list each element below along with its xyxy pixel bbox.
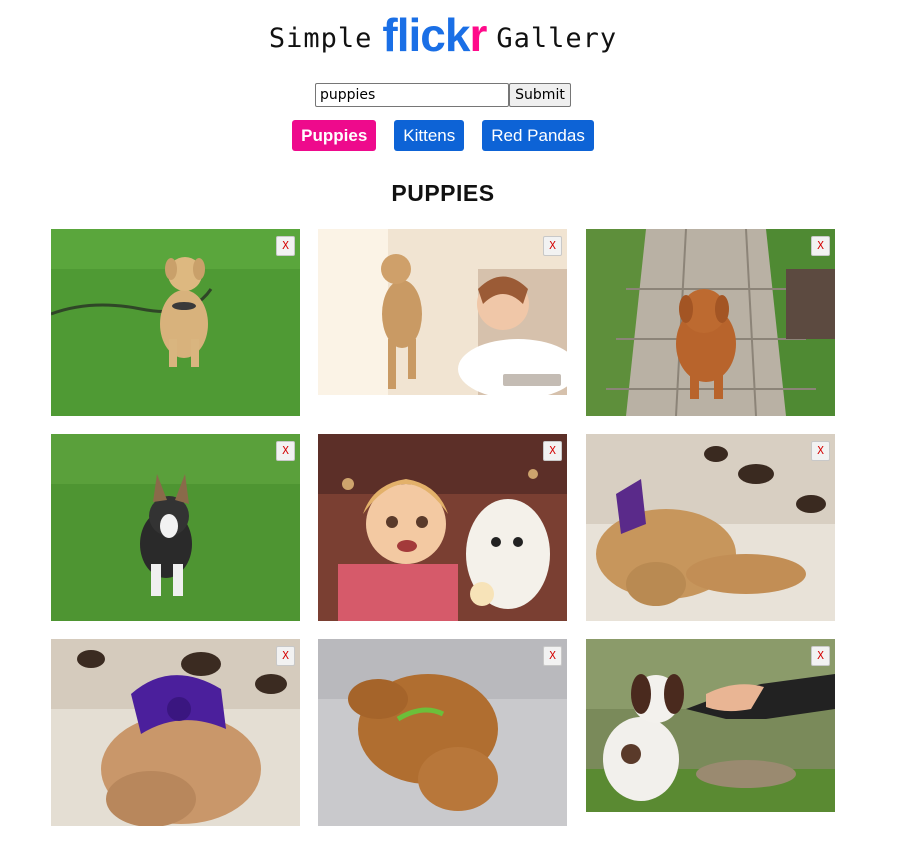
close-button[interactable]: X — [543, 441, 562, 461]
photo-girl-westie-cupcake — [318, 434, 567, 621]
close-button[interactable]: X — [811, 441, 830, 461]
tag-red-pandas[interactable]: Red Pandas — [482, 120, 594, 151]
tag-kittens[interactable]: Kittens — [394, 120, 465, 151]
logo-simple-text: Simple — [268, 23, 373, 54]
close-button[interactable]: X — [811, 646, 830, 666]
close-button[interactable]: X — [276, 646, 295, 666]
close-button[interactable]: X — [276, 441, 295, 461]
close-button[interactable]: X — [543, 646, 562, 666]
close-button[interactable]: X — [276, 236, 295, 256]
tag-nav: Puppies Kittens Red Pandas — [0, 120, 886, 151]
photo-tile[interactable]: X — [51, 639, 300, 826]
photo-girl-chihuahua — [318, 229, 567, 395]
photo-corgi-grass — [51, 434, 300, 621]
photo-tile[interactable]: X — [51, 434, 300, 621]
search-form: Submit — [315, 83, 571, 107]
site-logo: Simple flickr Gallery — [0, 8, 886, 62]
photo-puppy-purple-ribbon — [51, 639, 300, 826]
photo-tile[interactable]: X — [318, 434, 567, 621]
photo-tile[interactable]: X — [318, 229, 567, 395]
logo-flick-text: flick — [382, 9, 470, 61]
photo-lab-puppy-path — [586, 229, 835, 416]
photo-newborn-puppy-sheet — [318, 639, 567, 826]
photo-tile[interactable]: X — [318, 639, 567, 826]
logo-r-text: r — [469, 9, 487, 61]
gallery-title: PUPPIES — [391, 180, 495, 206]
photo-tile[interactable]: X — [586, 639, 835, 812]
logo-gallery-text: Gallery — [496, 23, 618, 54]
close-button[interactable]: X — [811, 236, 830, 256]
photo-puppy-purple-bow — [586, 434, 835, 621]
photo-tile[interactable]: X — [586, 434, 835, 621]
tag-puppies[interactable]: Puppies — [292, 120, 377, 151]
submit-button[interactable]: Submit — [509, 83, 571, 107]
photo-spaniel-puppy-paw — [586, 639, 835, 812]
search-input[interactable] — [315, 83, 509, 107]
photo-tile[interactable]: X — [51, 229, 300, 416]
photo-golden-puppy-grass — [51, 229, 300, 416]
close-button[interactable]: X — [543, 236, 562, 256]
photo-tile[interactable]: X — [586, 229, 835, 416]
